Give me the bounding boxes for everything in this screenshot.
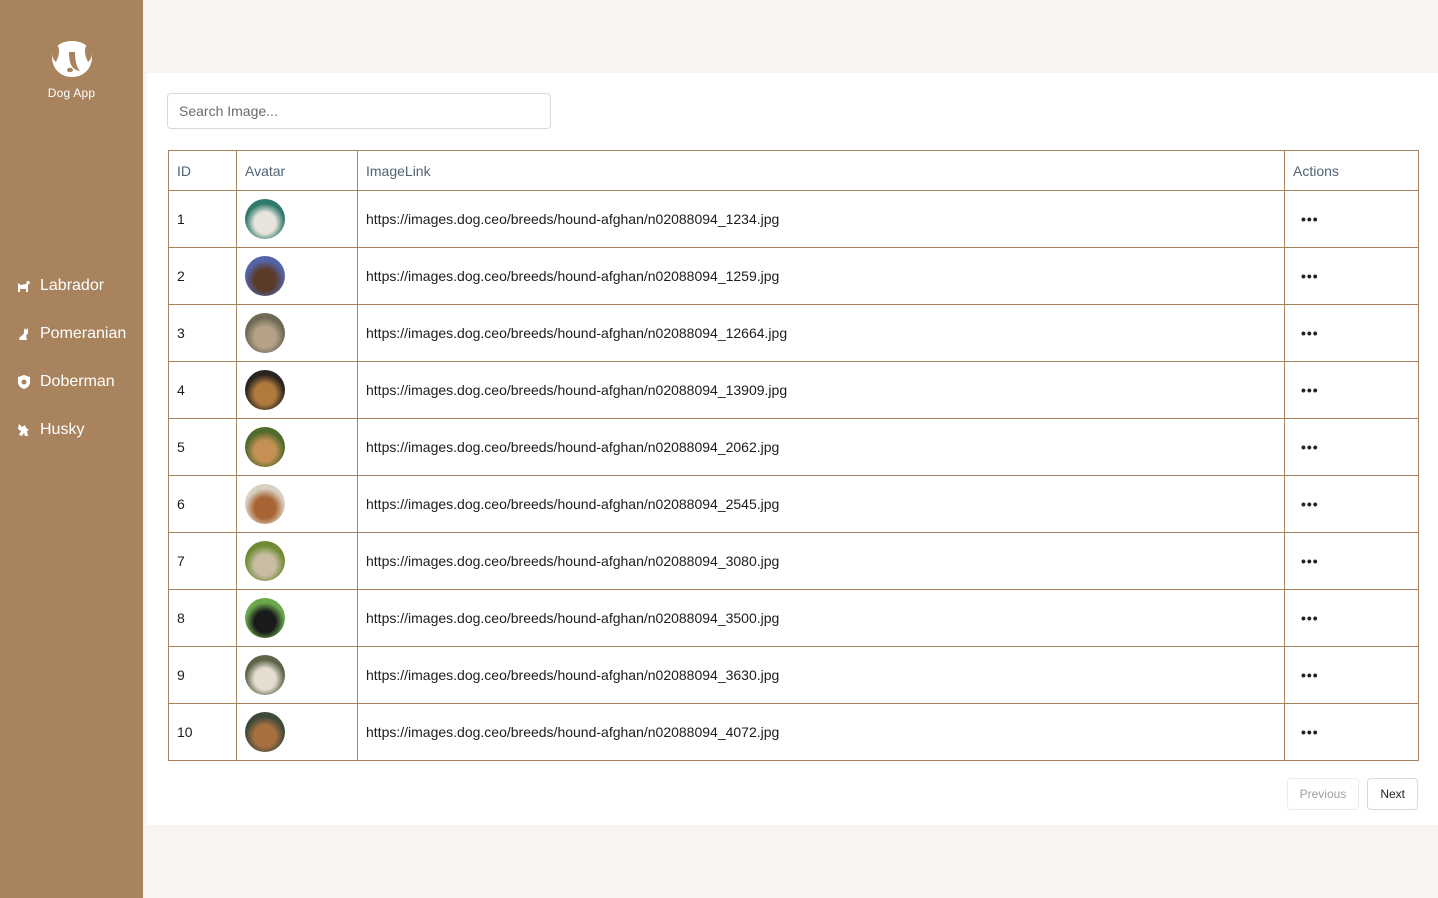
table-header-row: ID Avatar ImageLink Actions xyxy=(168,150,1419,191)
cell-id: 10 xyxy=(168,703,237,761)
cell-id: 5 xyxy=(168,418,237,476)
column-header-image-link: ImageLink xyxy=(357,150,1285,191)
shield-dog-icon xyxy=(16,374,32,390)
cell-actions: ••• xyxy=(1284,532,1419,590)
table-row[interactable]: 2 https://images.dog.ceo/breeds/hound-afg… xyxy=(168,247,1419,305)
more-actions-icon[interactable]: ••• xyxy=(1293,496,1319,512)
avatar xyxy=(245,370,285,410)
avatar xyxy=(245,484,285,524)
cell-actions: ••• xyxy=(1284,646,1419,704)
cell-actions: ••• xyxy=(1284,304,1419,362)
cell-avatar xyxy=(236,190,358,248)
sidebar-item-pomeranian[interactable]: Pomeranian xyxy=(0,310,143,358)
main-panel: ID Avatar ImageLink Actions 1 https://ima… xyxy=(147,73,1438,825)
cell-avatar xyxy=(236,361,358,419)
table-row[interactable]: 10 https://images.dog.ceo/breeds/hound-af… xyxy=(168,703,1419,761)
column-header-id: ID xyxy=(168,150,237,191)
cell-actions: ••• xyxy=(1284,418,1419,476)
sidebar-item-label: Labrador xyxy=(40,277,105,294)
cell-actions: ••• xyxy=(1284,247,1419,305)
cell-id: 2 xyxy=(168,247,237,305)
sidebar-nav: Labrador Pomeranian Doberman Husky xyxy=(0,262,143,454)
cell-actions: ••• xyxy=(1284,703,1419,761)
previous-page-button[interactable]: Previous xyxy=(1286,778,1360,810)
avatar xyxy=(245,256,285,296)
avatar xyxy=(245,199,285,239)
table-row[interactable]: 8 https://images.dog.ceo/breeds/hound-afg… xyxy=(168,589,1419,647)
next-page-button[interactable]: Next xyxy=(1367,778,1418,810)
more-actions-icon[interactable]: ••• xyxy=(1293,325,1319,341)
cell-image-link: https://images.dog.ceo/breeds/hound-afgh… xyxy=(357,418,1285,476)
cell-image-link: https://images.dog.ceo/breeds/hound-afgh… xyxy=(357,703,1285,761)
column-header-avatar: Avatar xyxy=(236,150,358,191)
cell-image-link: https://images.dog.ceo/breeds/hound-afgh… xyxy=(357,304,1285,362)
cell-id: 3 xyxy=(168,304,237,362)
avatar xyxy=(245,598,285,638)
table-body: 1 https://images.dog.ceo/breeds/hound-afg… xyxy=(168,190,1419,761)
column-header-actions: Actions xyxy=(1284,150,1419,191)
app-name: Dog App xyxy=(47,86,96,100)
pagination: Previous Next xyxy=(1286,778,1418,810)
avatar xyxy=(245,541,285,581)
sidebar-item-doberman[interactable]: Doberman xyxy=(0,358,143,406)
avatar xyxy=(245,712,285,752)
sidebar-item-labrador[interactable]: Labrador xyxy=(0,262,143,310)
cell-actions: ••• xyxy=(1284,190,1419,248)
more-actions-icon[interactable]: ••• xyxy=(1293,211,1319,227)
cell-actions: ••• xyxy=(1284,589,1419,647)
cell-actions: ••• xyxy=(1284,475,1419,533)
more-actions-icon[interactable]: ••• xyxy=(1293,553,1319,569)
cell-id: 4 xyxy=(168,361,237,419)
cell-image-link: https://images.dog.ceo/breeds/hound-afgh… xyxy=(357,361,1285,419)
table-row[interactable]: 4 https://images.dog.ceo/breeds/hound-afg… xyxy=(168,361,1419,419)
avatar xyxy=(245,427,285,467)
table-row[interactable]: 3 https://images.dog.ceo/breeds/hound-afg… xyxy=(168,304,1419,362)
cell-avatar xyxy=(236,304,358,362)
cell-image-link: https://images.dog.ceo/breeds/hound-afgh… xyxy=(357,475,1285,533)
more-actions-icon[interactable]: ••• xyxy=(1293,268,1319,284)
cell-image-link: https://images.dog.ceo/breeds/hound-afgh… xyxy=(357,589,1285,647)
wolf-icon xyxy=(16,422,32,438)
cell-image-link: https://images.dog.ceo/breeds/hound-afgh… xyxy=(357,190,1285,248)
more-actions-icon[interactable]: ••• xyxy=(1293,667,1319,683)
cell-id: 1 xyxy=(168,190,237,248)
more-actions-icon[interactable]: ••• xyxy=(1293,724,1319,740)
cell-image-link: https://images.dog.ceo/breeds/hound-afgh… xyxy=(357,247,1285,305)
cell-image-link: https://images.dog.ceo/breeds/hound-afgh… xyxy=(357,646,1285,704)
more-actions-icon[interactable]: ••• xyxy=(1293,610,1319,626)
image-table: ID Avatar ImageLink Actions 1 https://ima… xyxy=(168,150,1419,761)
sidebar-item-label: Husky xyxy=(40,421,85,438)
cat-sitting-icon xyxy=(16,326,32,342)
cell-avatar xyxy=(236,703,358,761)
table-row[interactable]: 1 https://images.dog.ceo/breeds/hound-afg… xyxy=(168,190,1419,248)
table-row[interactable]: 6 https://images.dog.ceo/breeds/hound-afg… xyxy=(168,475,1419,533)
cell-id: 7 xyxy=(168,532,237,590)
cell-avatar xyxy=(236,418,358,476)
cell-avatar xyxy=(236,589,358,647)
cell-avatar xyxy=(236,532,358,590)
avatar xyxy=(245,313,285,353)
cell-image-link: https://images.dog.ceo/breeds/hound-afgh… xyxy=(357,532,1285,590)
dog-icon xyxy=(16,278,32,294)
sidebar-item-label: Pomeranian xyxy=(40,325,127,342)
sidebar-item-husky[interactable]: Husky xyxy=(0,406,143,454)
cell-actions: ••• xyxy=(1284,361,1419,419)
brand[interactable]: Dog App xyxy=(0,38,143,100)
avatar xyxy=(245,655,285,695)
cell-id: 8 xyxy=(168,589,237,647)
dog-logo-icon xyxy=(51,41,92,77)
cell-avatar xyxy=(236,247,358,305)
table-row[interactable]: 9 https://images.dog.ceo/breeds/hound-afg… xyxy=(168,646,1419,704)
table-row[interactable]: 5 https://images.dog.ceo/breeds/hound-afg… xyxy=(168,418,1419,476)
cell-id: 9 xyxy=(168,646,237,704)
cell-id: 6 xyxy=(168,475,237,533)
search-input[interactable] xyxy=(167,93,551,129)
sidebar-item-label: Doberman xyxy=(40,373,115,390)
table-row[interactable]: 7 https://images.dog.ceo/breeds/hound-afg… xyxy=(168,532,1419,590)
more-actions-icon[interactable]: ••• xyxy=(1293,439,1319,455)
cell-avatar xyxy=(236,475,358,533)
more-actions-icon[interactable]: ••• xyxy=(1293,382,1319,398)
cell-avatar xyxy=(236,646,358,704)
sidebar: Dog App Labrador Pomeranian Doberman Hus… xyxy=(0,0,143,898)
